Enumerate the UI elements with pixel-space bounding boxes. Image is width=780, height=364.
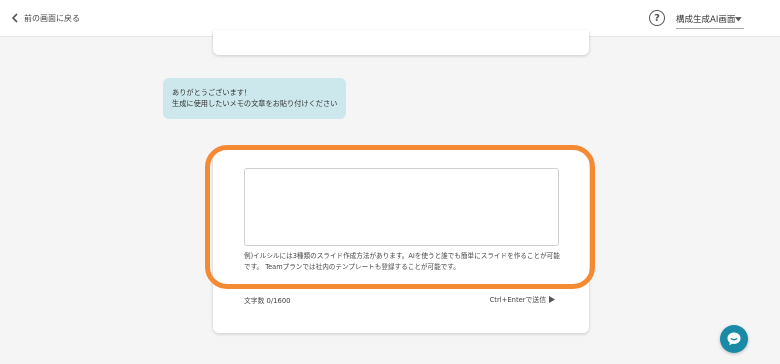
chevron-left-icon: [11, 13, 18, 23]
send-button[interactable]: Ctrl+Enterで送信: [490, 294, 555, 304]
question-circle-icon[interactable]: ?: [649, 10, 665, 26]
back-link-label: 前の画面に戻る: [24, 13, 80, 23]
chat-bubble-icon: [727, 332, 741, 346]
memo-textarea[interactable]: [244, 168, 559, 246]
play-triangle-icon: [549, 295, 555, 303]
send-button-label: Ctrl+Enterで送信: [489, 296, 546, 304]
previous-message-card: [213, 30, 589, 55]
mode-select[interactable]: 構成生成AI画面: [676, 10, 744, 29]
example-hint-text: 例)イルシルには3種類のスライド作成方法があります。AIを使うと誰でも簡単にスラ…: [244, 252, 560, 271]
memo-input-card: 例)イルシルには3種類のスライド作成方法があります。AIを使うと誰でも簡単にスラ…: [213, 150, 589, 333]
chat-support-button[interactable]: [720, 325, 748, 353]
assistant-message-bubble: ありがとうございます！ 生成に使用したいメモの文章をお貼り付けください: [163, 78, 346, 119]
assistant-message-line: ありがとうございます！: [172, 88, 252, 97]
mode-select-label: 構成生成AI画面: [676, 15, 736, 25]
char-count: 文字数 0/1600: [244, 297, 291, 305]
caret-down-icon: [735, 16, 742, 21]
assistant-message-line: 生成に使用したいメモの文章をお貼り付けください: [172, 99, 338, 108]
back-link[interactable]: 前の画面に戻る: [11, 11, 80, 25]
